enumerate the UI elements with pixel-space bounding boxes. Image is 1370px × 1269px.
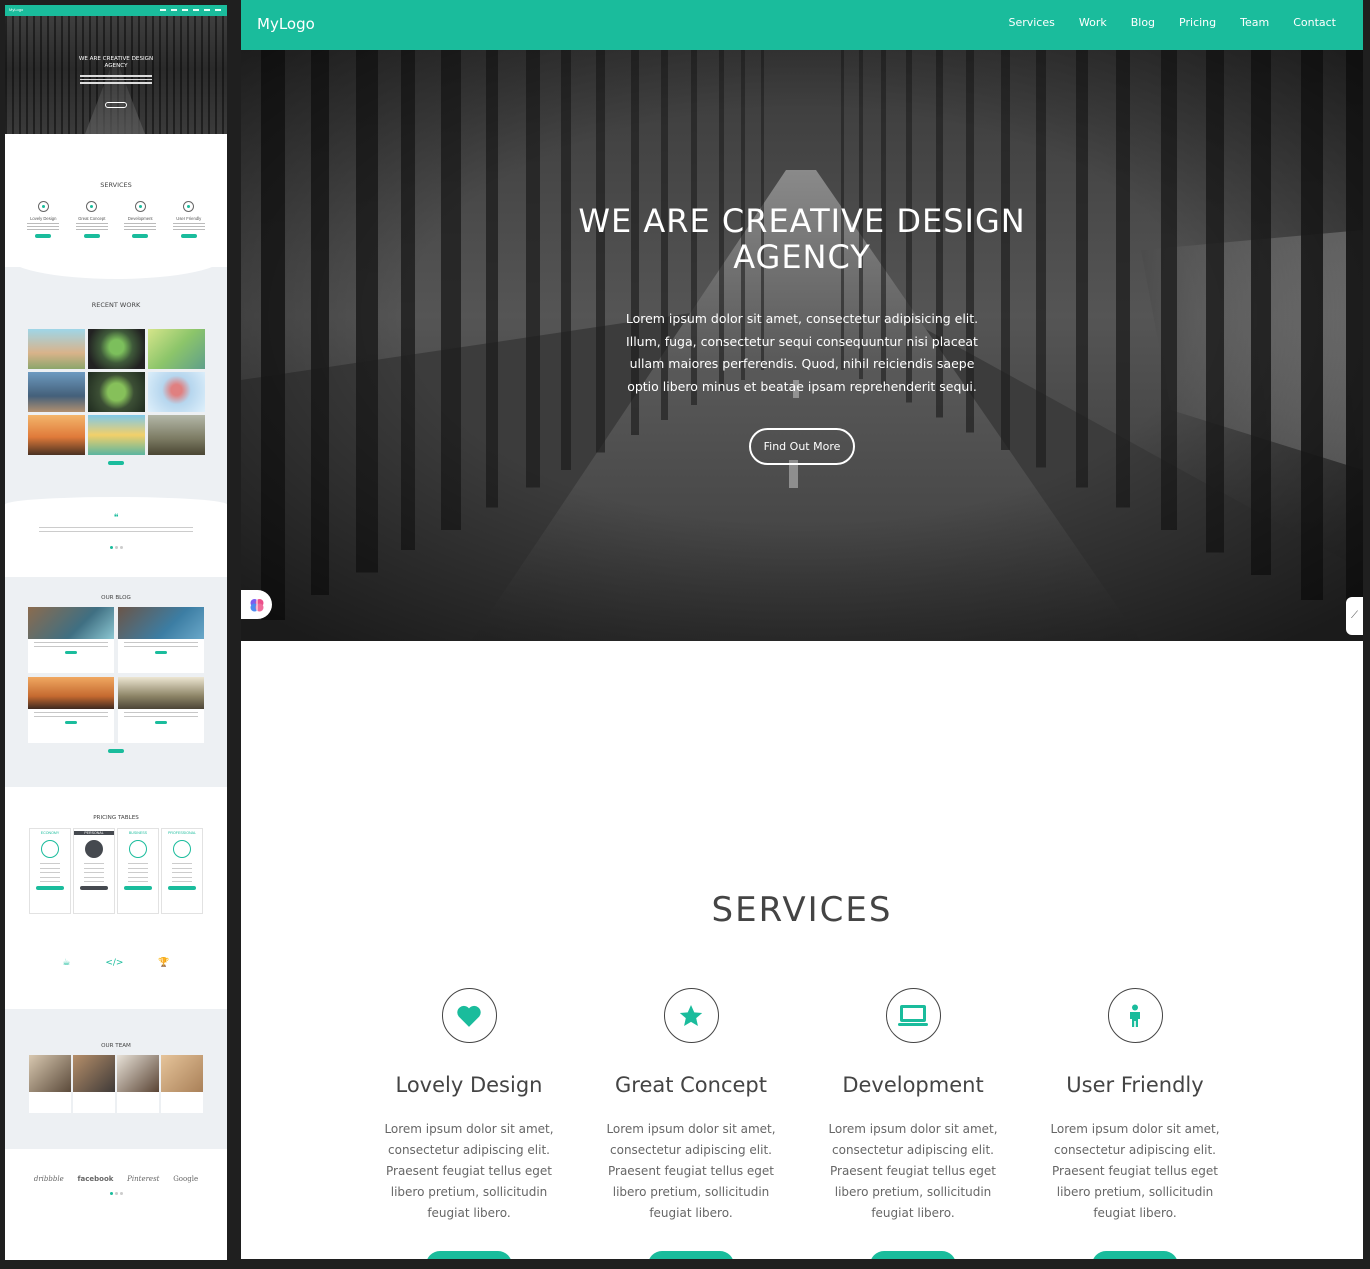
read-more-button[interactable]: Read More: [426, 1251, 512, 1259]
read-more-button[interactable]: Read More: [870, 1251, 956, 1259]
minimap-service: User Friendly: [171, 201, 207, 238]
minimap-work-grid: [5, 329, 227, 455]
nav-link-contact[interactable]: Contact: [1293, 16, 1336, 29]
service-card-development: Development Lorem ipsum dolor sit amet, …: [813, 988, 1013, 1259]
navbar: MyLogo Services Work Blog Pricing Team C…: [241, 0, 1363, 50]
minimap-navbar: MyLogo: [5, 5, 227, 16]
minimap-work-section: RECENT WORK: [5, 255, 227, 507]
nav-menu: Services Work Blog Pricing Team Contact: [984, 16, 1336, 29]
minimap-logo: MyLogo: [9, 7, 24, 12]
monitor-icon: [885, 988, 941, 1043]
browser-canvas: MyLogo WE ARE CREATIVE DESIGN AGENCY SER…: [0, 0, 1370, 1269]
service-card-lovely-design: Lovely Design Lorem ipsum dolor sit amet…: [369, 988, 569, 1259]
extension-brain-icon[interactable]: [241, 590, 272, 619]
nav-link-team[interactable]: Team: [1240, 16, 1269, 29]
minimap-work-title: RECENT WORK: [91, 301, 141, 309]
services-title: SERVICES: [711, 890, 893, 930]
minimap-stats-icons: ☕ </> 🏆: [62, 958, 170, 968]
heart-icon: [441, 988, 497, 1043]
read-more-button[interactable]: Read More: [648, 1251, 734, 1259]
minimap-services-title: SERVICES: [100, 181, 132, 189]
find-out-more-button[interactable]: Find Out More: [749, 428, 855, 465]
minimap-testimonial: ❝: [5, 497, 227, 573]
minimap-blog-section: OUR BLOG: [5, 577, 227, 787]
logo[interactable]: MyLogo: [257, 15, 315, 33]
nav-link-services[interactable]: Services: [1008, 16, 1054, 29]
hero-title: WE ARE CREATIVE DESIGN AGENCY: [578, 202, 1026, 276]
page-minimap[interactable]: MyLogo WE ARE CREATIVE DESIGN AGENCY SER…: [5, 5, 227, 1260]
minimap-client-logos: dribbble facebook Pinterest Google: [33, 1175, 199, 1183]
minimap-service: Lovely Design: [25, 201, 61, 238]
nav-link-blog[interactable]: Blog: [1131, 16, 1155, 29]
hero-description: Lorem ipsum dolor sit amet, consectetur …: [625, 311, 979, 394]
minimap-service: Development: [122, 201, 158, 238]
read-more-button[interactable]: Read More: [1092, 1251, 1178, 1259]
hero-section: WE ARE CREATIVE DESIGN AGENCY Lorem ipsu…: [241, 50, 1363, 641]
minimap-hero: WE ARE CREATIVE DESIGN AGENCY: [5, 16, 227, 134]
service-card-user-friendly: User Friendly Lorem ipsum dolor sit amet…: [1035, 988, 1235, 1259]
minimap-services: SERVICES Lovely Design Great Concept Dev…: [5, 181, 227, 238]
minimap-hero-button: [105, 102, 127, 108]
side-panel-toggle-icon[interactable]: ⟋: [1346, 597, 1363, 635]
nav-link-pricing[interactable]: Pricing: [1179, 16, 1216, 29]
minimap-service: Great Concept: [74, 201, 110, 238]
minimap-pricing-section: PRICING TABLES ECONOMY PERSONAL BUSINESS…: [5, 795, 227, 914]
person-icon: [1107, 988, 1163, 1043]
nav-link-work[interactable]: Work: [1079, 16, 1107, 29]
star-icon: [663, 988, 719, 1043]
minimap-hero-title: WE ARE CREATIVE DESIGN AGENCY: [78, 56, 154, 69]
service-card-great-concept: Great Concept Lorem ipsum dolor sit amet…: [591, 988, 791, 1259]
minimap-team-section: OUR TEAM: [5, 1009, 227, 1149]
minimap-nav-links: [160, 9, 221, 11]
page-viewport[interactable]: MyLogo Services Work Blog Pricing Team C…: [241, 0, 1363, 1259]
